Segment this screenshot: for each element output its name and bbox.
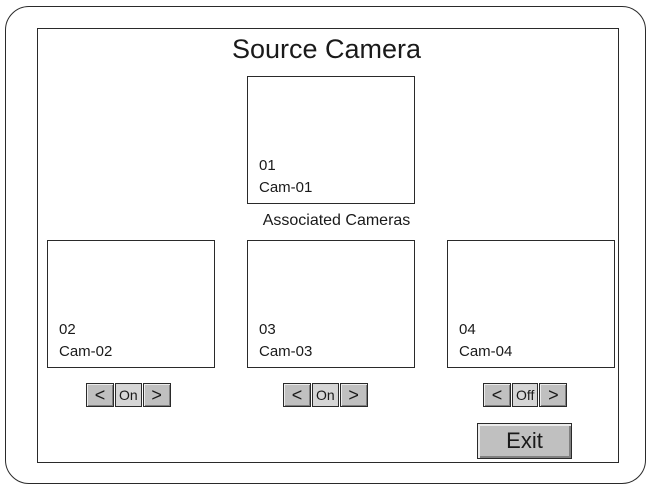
- next-button[interactable]: >: [539, 383, 568, 407]
- associated-cameras-label: Associated Cameras: [262, 212, 411, 229]
- associated-camera-tile-3[interactable]: 04 Cam-04: [447, 240, 615, 368]
- prev-button[interactable]: <: [283, 383, 311, 407]
- camera-4-toggle-control: < Off >: [483, 383, 568, 407]
- state-display[interactable]: Off: [512, 383, 539, 407]
- camera-name: Cam-01: [259, 179, 313, 196]
- camera-number: 03: [259, 321, 276, 338]
- state-display[interactable]: On: [312, 383, 339, 407]
- page-title: Source Camera: [231, 34, 422, 64]
- camera-name: Cam-02: [59, 343, 113, 360]
- camera-2-toggle-control: < On >: [86, 383, 171, 407]
- camera-name: Cam-03: [259, 343, 313, 360]
- prev-button[interactable]: <: [483, 383, 511, 407]
- prev-button[interactable]: <: [86, 383, 114, 407]
- camera-number: 01: [259, 157, 276, 174]
- camera-name: Cam-04: [459, 343, 513, 360]
- source-camera-tile[interactable]: 01 Cam-01: [247, 76, 415, 204]
- state-display[interactable]: On: [115, 383, 142, 407]
- camera-number: 02: [59, 321, 76, 338]
- next-button[interactable]: >: [142, 383, 171, 407]
- camera-number: 04: [459, 321, 476, 338]
- associated-camera-tile-1[interactable]: 02 Cam-02: [47, 240, 215, 368]
- camera-3-toggle-control: < On >: [283, 383, 368, 407]
- exit-button[interactable]: Exit: [477, 423, 572, 459]
- associated-camera-tile-2[interactable]: 03 Cam-03: [247, 240, 415, 368]
- next-button[interactable]: >: [339, 383, 368, 407]
